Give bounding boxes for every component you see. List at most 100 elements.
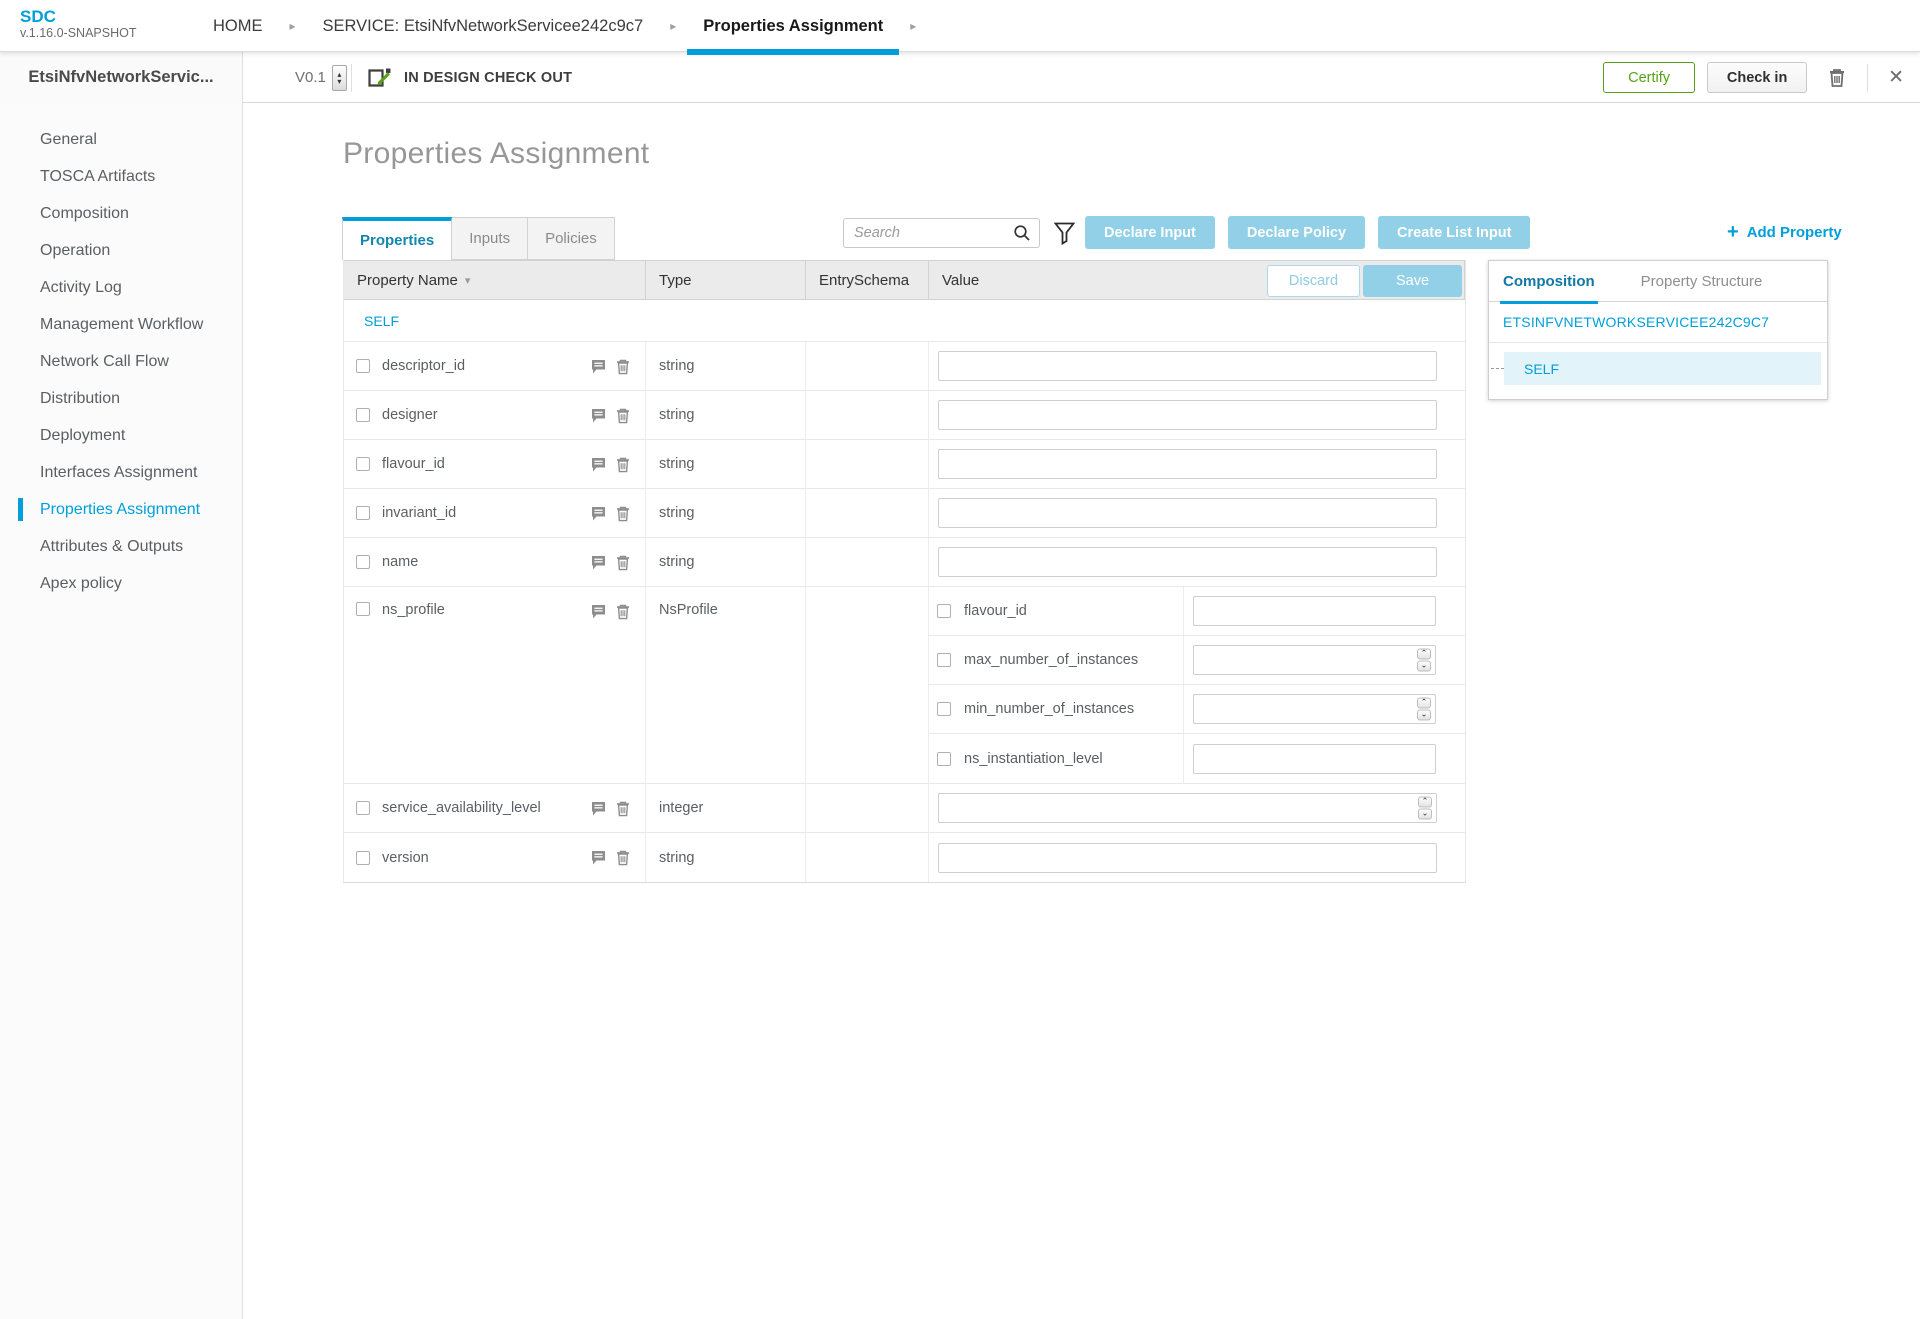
row-checkbox[interactable] <box>937 702 951 716</box>
entity-toolbar: EtsiNfvNetworkServic... V0.1 ▴▾ IN DESIG… <box>0 52 1920 103</box>
sdc-logo[interactable]: SDC v.1.16.0-SNAPSHOT <box>20 7 136 41</box>
value-input[interactable] <box>1193 596 1436 626</box>
version-stepper-icon[interactable]: ▴▾ <box>332 65 347 91</box>
row-checkbox[interactable] <box>937 604 951 618</box>
value-input[interactable] <box>938 449 1437 479</box>
comment-icon[interactable] <box>590 603 607 620</box>
delete-property-icon[interactable] <box>615 554 631 571</box>
tab-composition[interactable]: Composition <box>1503 261 1595 302</box>
comment-icon[interactable] <box>590 849 607 866</box>
sidebar-item-distribution[interactable]: Distribution <box>0 380 242 417</box>
delete-property-icon[interactable] <box>615 505 631 522</box>
sidebar-item-interfaces-assignment[interactable]: Interfaces Assignment <box>0 454 242 491</box>
tab-property-structure[interactable]: Property Structure <box>1641 261 1763 302</box>
value-input[interactable] <box>1193 694 1436 724</box>
tree-item-self[interactable]: SELF <box>1504 352 1821 385</box>
tab-policies[interactable]: Policies <box>527 217 615 260</box>
version-selector[interactable]: V0.1 ▴▾ <box>295 52 347 103</box>
delete-property-icon[interactable] <box>615 603 631 620</box>
delete-property-icon[interactable] <box>615 456 631 473</box>
row-checkbox[interactable] <box>356 457 370 471</box>
sidebar-item-tosca-artifacts[interactable]: TOSCA Artifacts <box>0 158 242 195</box>
component-tree: SELF <box>1489 343 1827 399</box>
close-icon[interactable]: ✕ <box>1888 66 1904 89</box>
row-checkbox[interactable] <box>356 359 370 373</box>
breadcrumb-home[interactable]: HOME <box>213 17 263 36</box>
property-name: designer <box>382 407 438 423</box>
spinner-up-icon[interactable]: ⌃ <box>1417 649 1431 660</box>
delete-service-icon[interactable] <box>1827 67 1847 88</box>
row-checkbox[interactable] <box>356 408 370 422</box>
save-button[interactable]: Save <box>1363 265 1462 297</box>
spinner-up-icon[interactable]: ⌃ <box>1417 698 1431 709</box>
tab-inputs[interactable]: Inputs <box>451 217 528 260</box>
delete-property-icon[interactable] <box>615 358 631 375</box>
value-input[interactable] <box>1193 744 1436 774</box>
comment-icon[interactable] <box>590 554 607 571</box>
delete-property-icon[interactable] <box>615 849 631 866</box>
value-input[interactable] <box>938 843 1437 873</box>
sidebar-item-deployment[interactable]: Deployment <box>0 417 242 454</box>
search-icon[interactable] <box>1013 224 1031 242</box>
create-list-input-button[interactable]: Create List Input <box>1378 216 1530 249</box>
row-checkbox[interactable] <box>356 851 370 865</box>
value-input[interactable] <box>938 793 1437 823</box>
add-property-button[interactable]: + Add Property <box>1727 222 1842 242</box>
sidebar-item-apex-policy[interactable]: Apex policy <box>0 565 242 602</box>
comment-icon[interactable] <box>590 456 607 473</box>
row-checkbox[interactable] <box>937 653 951 667</box>
sidebar-item-network-call-flow[interactable]: Network Call Flow <box>0 343 242 380</box>
row-checkbox[interactable] <box>937 752 951 766</box>
value-input[interactable] <box>1193 645 1436 675</box>
sidebar-item-management-workflow[interactable]: Management Workflow <box>0 306 242 343</box>
checkin-button[interactable]: Check in <box>1707 62 1807 93</box>
breadcrumb-arrow-icon: ▸ <box>910 19 916 33</box>
discard-button[interactable]: Discard <box>1267 265 1360 297</box>
value-input[interactable] <box>938 351 1437 381</box>
sub-property-name: flavour_id <box>964 603 1027 619</box>
breadcrumb: HOME ▸ SERVICE: EtsiNfvNetworkServicee24… <box>213 0 943 52</box>
column-header-property-name[interactable]: Property Name ▾ <box>344 261 646 299</box>
comment-icon[interactable] <box>590 505 607 522</box>
number-spinner[interactable]: ⌃⌄ <box>1417 698 1431 721</box>
version-value: V0.1 <box>295 69 326 86</box>
sidebar-item-properties-assignment[interactable]: Properties Assignment <box>0 491 242 528</box>
value-input[interactable] <box>938 498 1437 528</box>
checkout-pencil-icon <box>366 65 393 90</box>
sidebar-item-operation[interactable]: Operation <box>0 232 242 269</box>
property-name: service_availability_level <box>382 800 541 816</box>
comment-icon[interactable] <box>590 407 607 424</box>
certify-button[interactable]: Certify <box>1603 62 1695 93</box>
spinner-up-icon[interactable]: ⌃ <box>1418 797 1432 808</box>
comment-icon[interactable] <box>590 358 607 375</box>
number-spinner[interactable]: ⌃⌄ <box>1417 649 1431 672</box>
breadcrumb-arrow-icon: ▸ <box>290 19 296 33</box>
sidebar-item-composition[interactable]: Composition <box>0 195 242 232</box>
value-input[interactable] <box>938 547 1437 577</box>
declare-policy-button[interactable]: Declare Policy <box>1228 216 1365 249</box>
sidebar-item-activity-log[interactable]: Activity Log <box>0 269 242 306</box>
row-checkbox[interactable] <box>356 555 370 569</box>
component-link[interactable]: ETSINFVNETWORKSERVICEE242C9C7 <box>1503 314 1769 330</box>
number-spinner[interactable]: ⌃⌄ <box>1418 797 1432 820</box>
sidebar-item-general[interactable]: General <box>0 121 242 158</box>
sidebar-item-attributes-outputs[interactable]: Attributes & Outputs <box>0 528 242 565</box>
value-input[interactable] <box>938 400 1437 430</box>
breadcrumb-properties-assignment[interactable]: Properties Assignment <box>703 0 883 52</box>
row-checkbox[interactable] <box>356 506 370 520</box>
spinner-down-icon[interactable]: ⌄ <box>1417 661 1431 672</box>
self-scope-link[interactable]: SELF <box>364 313 399 329</box>
declare-input-button[interactable]: Declare Input <box>1085 216 1215 249</box>
delete-property-icon[interactable] <box>615 407 631 424</box>
tab-properties[interactable]: Properties <box>342 217 452 260</box>
comment-icon[interactable] <box>590 800 607 817</box>
spinner-down-icon[interactable]: ⌄ <box>1418 809 1432 820</box>
row-checkbox[interactable] <box>356 801 370 815</box>
row-checkbox[interactable] <box>356 602 370 616</box>
breadcrumb-service[interactable]: SERVICE: EtsiNfvNetworkServicee242c9c7 <box>323 17 644 36</box>
filter-icon[interactable] <box>1053 221 1076 251</box>
spinner-down-icon[interactable]: ⌄ <box>1417 710 1431 721</box>
delete-property-icon[interactable] <box>615 800 631 817</box>
search-input[interactable] <box>844 225 1013 241</box>
sub-row-flavour-id: flavour_id <box>929 587 1465 636</box>
